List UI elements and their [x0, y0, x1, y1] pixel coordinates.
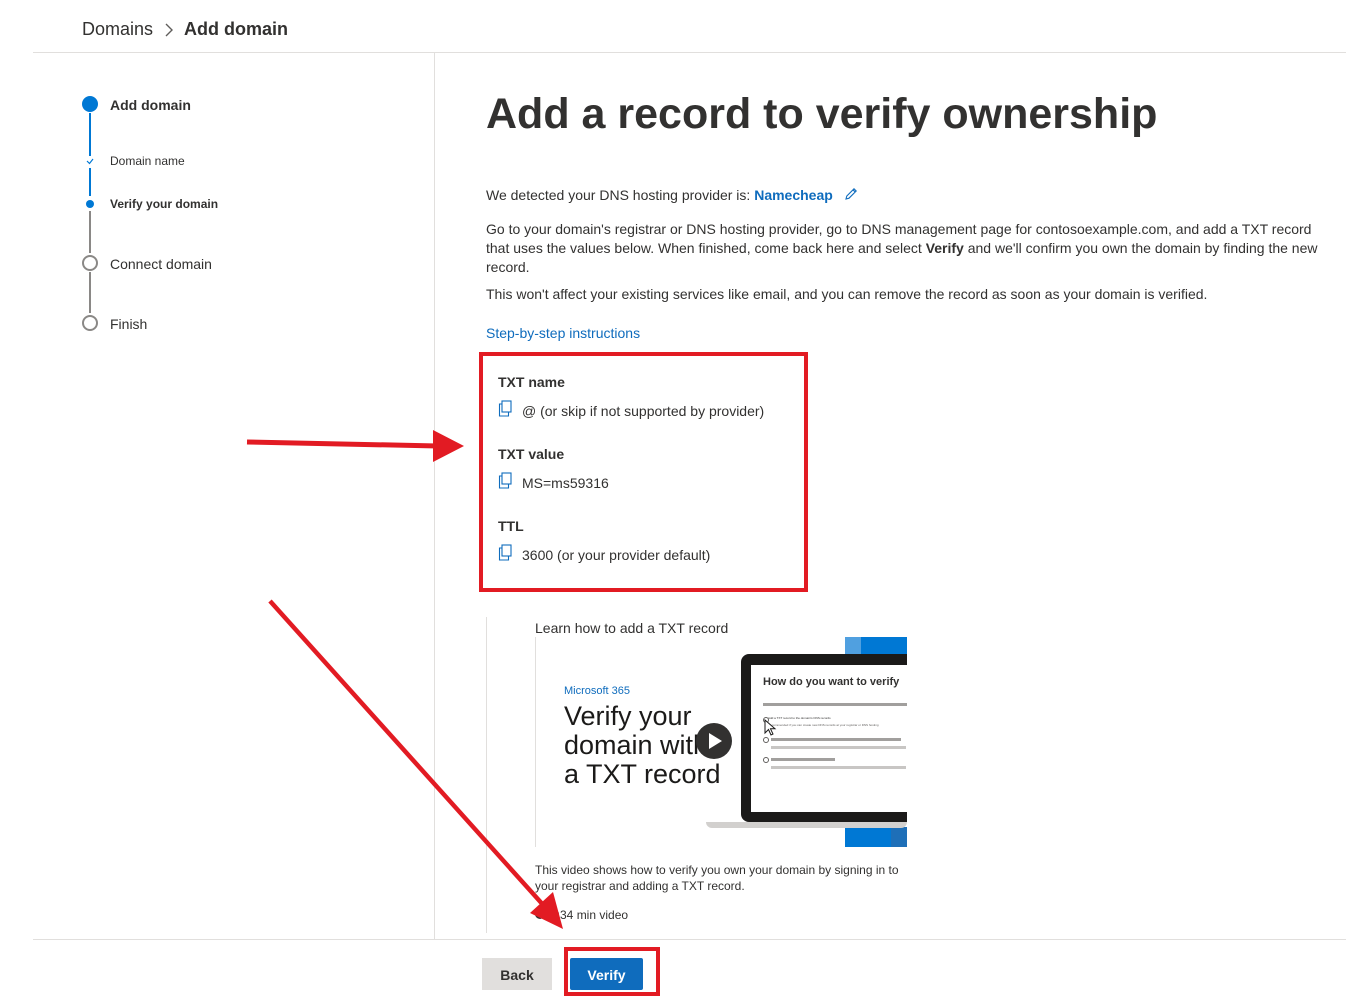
arrow-to-verify	[268, 599, 563, 929]
step-connector	[89, 113, 91, 157]
detected-prefix: We detected your DNS hosting provider is…	[486, 187, 751, 203]
video-duration: 1:34 min video	[550, 908, 629, 922]
step-verify-domain: Verify your domain	[110, 197, 219, 211]
annotation-highlight-verify	[564, 947, 660, 996]
video-card-border	[486, 617, 487, 933]
page-title: Add a record to verify ownership	[486, 90, 1158, 138]
tile-graphic	[891, 827, 907, 847]
step-indicator-current	[82, 96, 98, 112]
footer-divider	[33, 939, 1346, 940]
header-divider	[33, 52, 1346, 53]
step-indicator-pending	[82, 315, 98, 331]
screen-line	[763, 703, 907, 706]
step-by-step-link[interactable]: Step-by-step instructions	[486, 324, 640, 343]
instructions-text: Go to your domain's registrar or DNS hos…	[486, 220, 1326, 277]
screen-title: How do you want to verify	[763, 676, 900, 688]
step-connect-domain: Connect domain	[110, 256, 212, 272]
laptop-base	[706, 822, 907, 828]
mouse-cursor-icon	[764, 719, 777, 736]
instructions-verify-bold: Verify	[925, 240, 964, 256]
video-duration-icon	[535, 909, 545, 919]
thumb-title-line: Verify your	[564, 701, 692, 731]
video-heading: Learn how to add a TXT record	[535, 620, 729, 636]
step-connector	[89, 272, 91, 313]
annotation-highlight-box	[479, 352, 808, 592]
thumb-title-line: a TXT record	[564, 759, 721, 789]
step-add-domain: Add domain	[110, 97, 191, 113]
step-connector	[89, 211, 91, 253]
screen-radio	[763, 757, 769, 763]
sidebar-divider	[434, 53, 435, 939]
video-description: This video shows how to verify you own y…	[535, 863, 899, 893]
step-connector	[89, 168, 91, 196]
step-indicator-sub	[86, 200, 94, 208]
chevron-right-icon	[165, 23, 173, 37]
breadcrumb-domains[interactable]: Domains	[82, 19, 153, 40]
detected-provider-line: We detected your DNS hosting provider is…	[486, 186, 1326, 205]
play-icon[interactable]	[696, 723, 732, 759]
screen-line	[771, 746, 906, 749]
screen-line	[771, 766, 906, 769]
arrow-to-records	[246, 430, 464, 462]
note-text: This won't affect your existing services…	[486, 286, 1208, 302]
breadcrumb-current: Add domain	[184, 19, 288, 39]
back-button[interactable]: Back	[482, 958, 552, 990]
provider-name: Namecheap	[754, 187, 833, 203]
pencil-icon[interactable]	[843, 186, 859, 202]
play-triangle-icon	[709, 733, 722, 749]
step-domain-name: Domain name	[110, 154, 185, 168]
video-thumbnail[interactable]: How do you want to verify Add a TXT reco…	[535, 637, 907, 847]
screen-option-sub: Recommended if you can create new DNS re…	[768, 723, 879, 727]
thumb-brand: Microsoft 365	[564, 685, 631, 697]
checkmark-icon	[84, 156, 96, 166]
step-finish: Finish	[110, 316, 148, 332]
step-indicator-pending	[82, 255, 98, 271]
screen-radio	[763, 737, 769, 743]
tile-graphic	[845, 637, 861, 655]
screen-line	[771, 738, 901, 741]
screen-line	[771, 758, 835, 761]
